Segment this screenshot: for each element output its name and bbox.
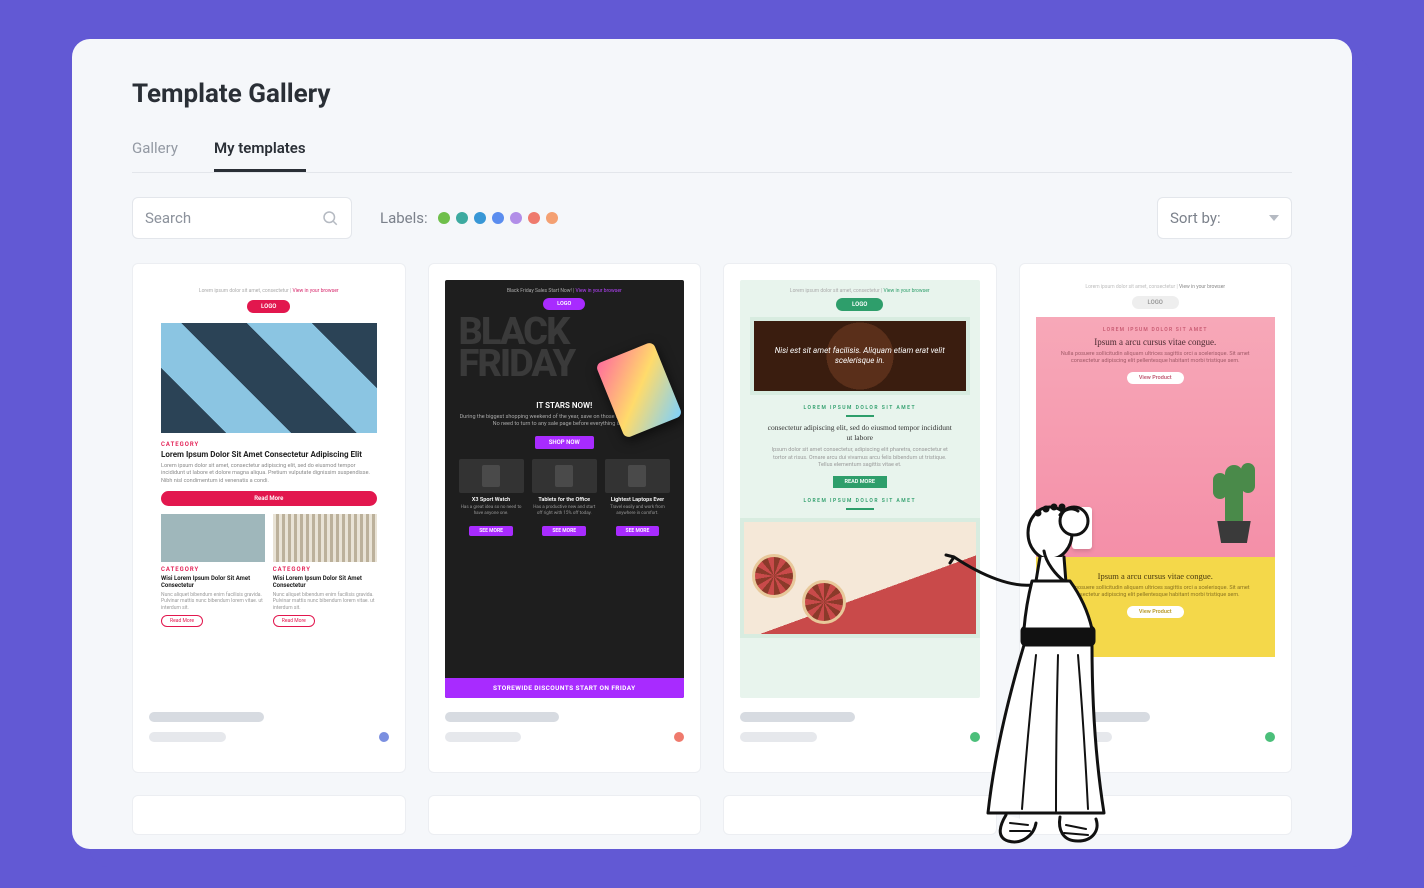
template-thumbnail: Black Friday Sales Start Now! | View in …	[445, 280, 685, 698]
tab-gallery[interactable]: Gallery	[132, 127, 178, 172]
search-icon	[321, 209, 339, 227]
template-card[interactable]: Lorem ipsum dolor sit amet, consectetur …	[1019, 263, 1293, 773]
label-dot[interactable]	[492, 212, 504, 224]
template-thumbnail: Lorem ipsum dolor sit amet, consectetur …	[740, 280, 980, 698]
chevron-down-icon	[1269, 215, 1279, 221]
sort-dropdown[interactable]: Sort by:	[1157, 197, 1292, 239]
template-card[interactable]: Lorem ipsum dolor sit amet, consectetur …	[723, 263, 997, 773]
tab-my-templates[interactable]: My templates	[214, 127, 306, 172]
toolbar: Labels: Sort by:	[132, 197, 1292, 239]
templates-grid: Lorem ipsum dolor sit amet, consectetur …	[132, 263, 1292, 773]
template-card[interactable]	[1019, 795, 1293, 835]
template-thumbnail: Lorem ipsum dolor sit amet, consectetur …	[149, 280, 389, 698]
template-card[interactable]	[132, 795, 406, 835]
template-card[interactable]: Black Friday Sales Start Now! | View in …	[428, 263, 702, 773]
tabs-bar: Gallery My templates	[132, 127, 1292, 173]
labels-text: Labels:	[380, 209, 428, 227]
label-dot[interactable]	[474, 212, 486, 224]
label-dot[interactable]	[438, 212, 450, 224]
sort-label: Sort by:	[1170, 209, 1221, 227]
card-meta-skeleton	[740, 712, 980, 752]
label-dot[interactable]	[456, 212, 468, 224]
labels-filter: Labels:	[380, 209, 558, 227]
label-dots	[438, 212, 558, 224]
label-dot[interactable]	[546, 212, 558, 224]
label-dot[interactable]	[510, 212, 522, 224]
card-meta-skeleton	[149, 712, 389, 752]
app-window: Template Gallery Gallery My templates La…	[72, 39, 1352, 849]
template-card[interactable]	[428, 795, 702, 835]
template-thumbnail: Lorem ipsum dolor sit amet, consectetur …	[1036, 280, 1276, 698]
template-card[interactable]	[723, 795, 997, 835]
search-input[interactable]	[145, 209, 295, 227]
page-title: Template Gallery	[132, 79, 1292, 109]
search-box[interactable]	[132, 197, 352, 239]
card-meta-skeleton	[1036, 712, 1276, 752]
templates-grid-row2	[132, 795, 1292, 835]
template-card[interactable]: Lorem ipsum dolor sit amet, consectetur …	[132, 263, 406, 773]
label-dot[interactable]	[528, 212, 540, 224]
card-meta-skeleton	[445, 712, 685, 752]
